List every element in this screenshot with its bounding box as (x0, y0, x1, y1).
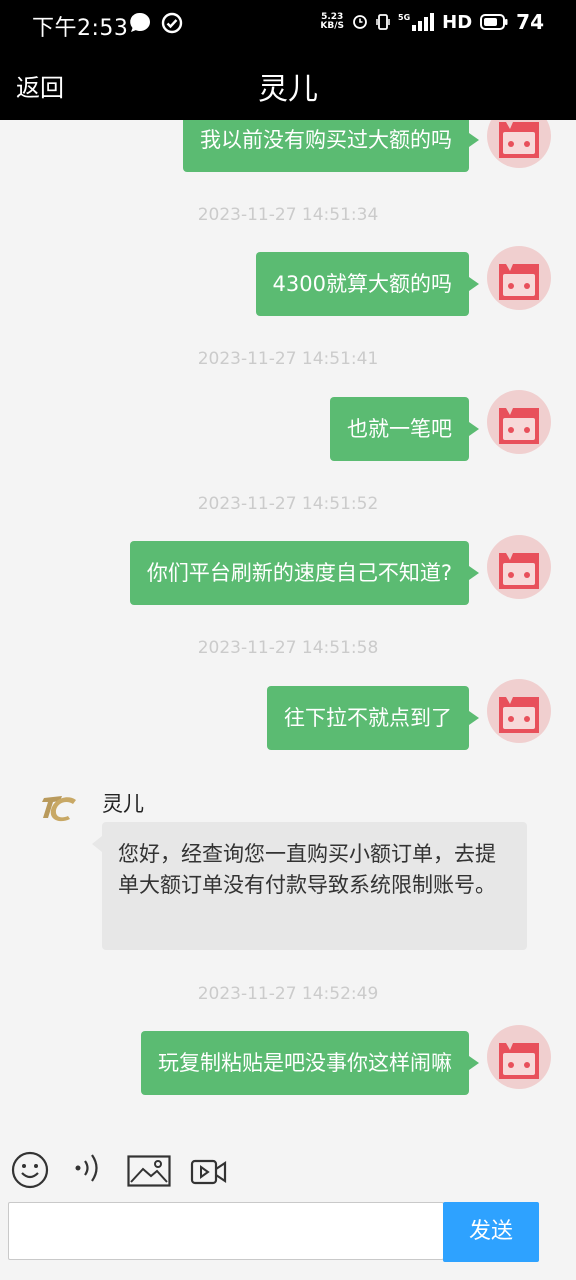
message-timestamp: 2023-11-27 14:52:49 (197, 984, 379, 1004)
check-circle-icon (161, 12, 183, 34)
outgoing-message[interactable]: 往下拉不就点到了 (267, 686, 479, 750)
agent-name: 灵儿 (102, 792, 144, 816)
status-indicators: 5.23 KB/S 5G HD 74 (320, 10, 544, 34)
agent-logo-icon[interactable] (40, 792, 80, 828)
user-avatar-icon[interactable] (487, 246, 551, 310)
battery-level: 74 (516, 10, 544, 34)
emoji-icon[interactable] (11, 1151, 49, 1189)
user-avatar-icon[interactable] (487, 120, 551, 168)
video-icon[interactable] (190, 1157, 228, 1187)
incoming-message[interactable]: 您好，经查询您一直购买小额订单，去提单大额订单没有付款导致系统限制账号。 (92, 822, 527, 950)
outgoing-message[interactable]: 也就一笔吧 (330, 397, 479, 461)
message-timestamp: 2023-11-27 14:51:41 (197, 349, 379, 369)
outgoing-message[interactable]: 玩复制粘贴是吧没事你这样闹嘛 (141, 1031, 479, 1095)
outgoing-message[interactable]: 你们平台刷新的速度自己不知道? (129, 541, 480, 605)
network-speed: 5.23 KB/S (320, 13, 344, 31)
user-avatar-icon[interactable] (487, 535, 551, 599)
status-time: 下午2:53 (32, 16, 129, 41)
user-avatar-icon[interactable] (487, 679, 551, 743)
outgoing-message[interactable]: 4300就算大额的吗 (255, 252, 480, 316)
message-timestamp: 2023-11-27 14:51:52 (197, 494, 379, 514)
user-avatar-icon[interactable] (487, 1025, 551, 1089)
signal-icon: 5G (398, 13, 435, 31)
status-bar: 下午2:53 5.23 KB/S 5G HD 74 (0, 0, 576, 48)
message-timestamp: 2023-11-27 14:51:58 (197, 638, 379, 658)
header-bar: 返回 灵儿 (0, 48, 576, 120)
network-type: 5G (398, 13, 411, 22)
message-timestamp: 2023-11-27 14:51:34 (197, 205, 379, 225)
outgoing-message[interactable]: 我以前没有购买过大额的吗 (183, 120, 479, 172)
battery-icon (480, 14, 508, 30)
alarm-icon (353, 15, 367, 29)
chat-messages[interactable]: 我以前没有购买过大额的吗 2023-11-27 14:51:34 4300就算大… (0, 120, 576, 1135)
hd-indicator: HD (442, 11, 473, 33)
send-button[interactable]: 发送 (443, 1202, 539, 1262)
speed-unit: KB/S (320, 21, 344, 31)
voice-icon[interactable] (74, 1151, 102, 1185)
chat-title: 灵儿 (258, 72, 318, 107)
message-notification-icon (130, 12, 150, 32)
vibrate-icon (376, 14, 390, 30)
composer-toolbar: 发送 (0, 1135, 576, 1280)
user-avatar-icon[interactable] (487, 390, 551, 454)
image-icon[interactable] (127, 1155, 171, 1187)
message-input[interactable] (8, 1202, 444, 1260)
